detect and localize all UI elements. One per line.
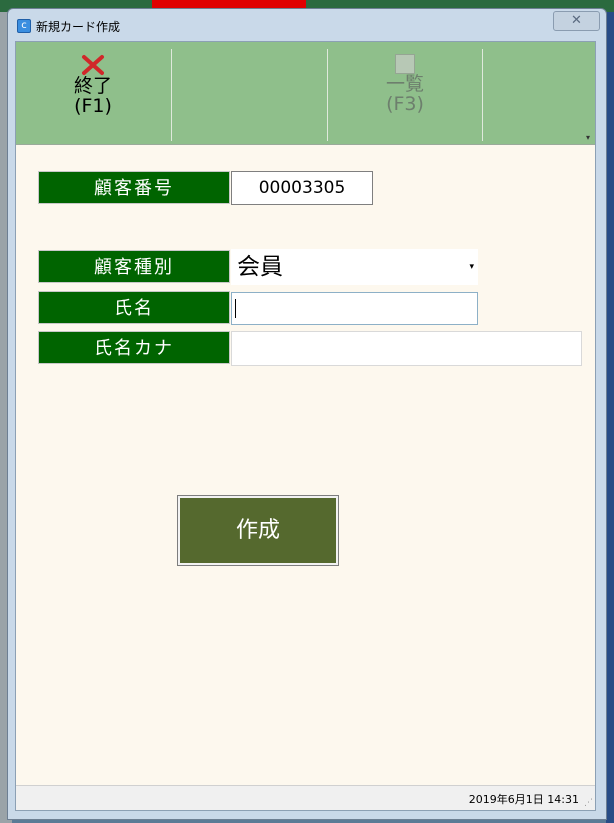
- close-x-icon: [82, 55, 104, 75]
- function-toolbar: 終了 (F1) 一覧 (F3) ▾: [16, 42, 595, 145]
- name-kana-label: 氏名カナ: [38, 331, 230, 364]
- resize-grip-icon[interactable]: ⋰: [584, 799, 593, 808]
- name-input[interactable]: [231, 292, 478, 325]
- create-button-label: 作成: [180, 498, 336, 563]
- exit-label: 終了: [73, 75, 112, 97]
- background-app-right: [606, 12, 614, 823]
- chevron-down-icon[interactable]: ▾: [469, 249, 474, 285]
- exit-button[interactable]: 終了 (F1): [16, 48, 170, 141]
- customer-type-select[interactable]: 会員 ▾: [231, 249, 478, 285]
- toolbar-empty-button-2[interactable]: [172, 48, 326, 141]
- status-bar: 2019年6月1日 14:31 ⋰: [16, 785, 595, 810]
- app-icon: c: [17, 19, 31, 33]
- title-bar[interactable]: c 新規カード作成 ✕: [8, 9, 606, 41]
- name-label: 氏名: [38, 291, 230, 324]
- list-label: 一覧: [385, 73, 424, 95]
- customer-type-label: 顧客種別: [38, 250, 230, 283]
- exit-key: (F1): [74, 95, 112, 117]
- toolbar-empty-button-4[interactable]: [483, 48, 588, 141]
- list-icon: [395, 54, 415, 74]
- customer-number-field: 00003305: [231, 171, 373, 205]
- new-card-window: c 新規カード作成 ✕ 終了 (F1) 一覧 (F3) ▾ 顧客番号 00003…: [7, 8, 607, 820]
- toolbar-overflow-icon[interactable]: ▾: [583, 133, 593, 143]
- status-datetime: 2019年6月1日 14:31: [468, 793, 579, 806]
- client-area: 終了 (F1) 一覧 (F3) ▾ 顧客番号 00003305 顧客種別 会員 …: [15, 41, 596, 811]
- list-key: (F3): [386, 93, 424, 115]
- customer-number-label: 顧客番号: [38, 171, 230, 204]
- customer-type-value: 会員: [237, 254, 283, 280]
- list-button[interactable]: 一覧 (F3): [328, 48, 482, 141]
- close-button[interactable]: ✕: [553, 11, 600, 31]
- create-button[interactable]: 作成: [177, 495, 339, 566]
- name-kana-input[interactable]: [231, 331, 582, 366]
- text-caret: [235, 299, 236, 318]
- window-title: 新規カード作成: [36, 20, 121, 34]
